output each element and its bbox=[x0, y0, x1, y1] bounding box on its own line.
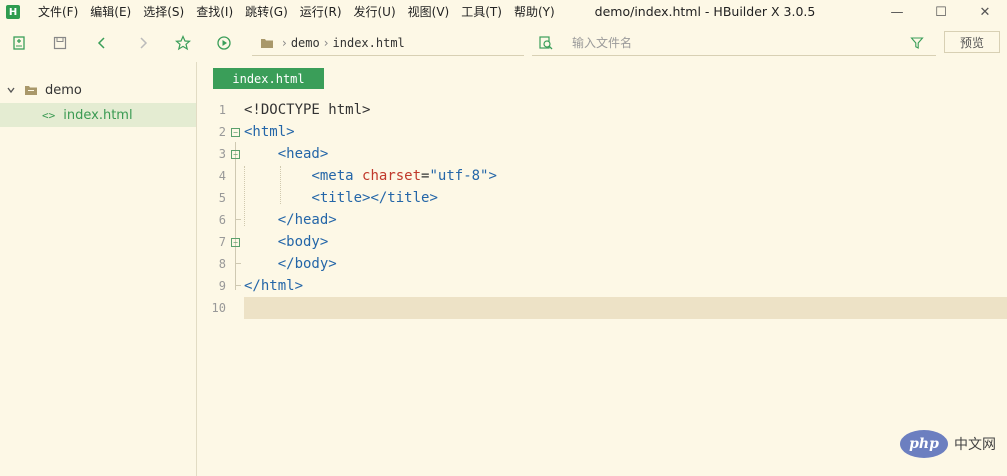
line-number: 9 bbox=[218, 279, 226, 293]
line-number: 3 bbox=[218, 147, 226, 161]
code-text: <head> bbox=[277, 146, 329, 162]
code-text: <title></title> bbox=[311, 190, 438, 206]
file-search-input[interactable] bbox=[572, 35, 892, 50]
menu-file[interactable]: 文件(F) bbox=[32, 0, 84, 24]
fold-toggle-icon[interactable]: − bbox=[231, 237, 240, 247]
fold-toggle-icon[interactable]: − bbox=[231, 149, 240, 159]
line-number: 8 bbox=[218, 257, 226, 271]
chevron-down-icon[interactable] bbox=[6, 85, 16, 95]
code-editor[interactable]: index.html 1 <!DOCTYPE html> 2 − <html> … bbox=[198, 62, 1007, 476]
code-line: 3 − <head> bbox=[198, 143, 1007, 165]
code-line: 2 − <html> bbox=[198, 121, 1007, 143]
code-line: 10 bbox=[198, 297, 238, 319]
html-file-icon: <> bbox=[42, 108, 56, 122]
watermark-text: 中文网 bbox=[954, 437, 996, 453]
folder-icon bbox=[24, 84, 38, 96]
breadcrumb: › demo › index.html bbox=[252, 30, 524, 56]
code-line: 6 </head> bbox=[198, 209, 1007, 231]
project-name: demo bbox=[45, 82, 82, 98]
folder-icon bbox=[260, 37, 274, 49]
minimize-button[interactable]: — bbox=[875, 0, 919, 24]
tree-item-project[interactable]: demo bbox=[0, 78, 196, 102]
code-line: 7 − <body> bbox=[198, 231, 1007, 253]
chevron-right-icon: › bbox=[282, 35, 287, 50]
tree-item-file[interactable]: <> index.html bbox=[0, 103, 196, 127]
code-text: <html> bbox=[244, 124, 295, 140]
menu-bar: 文件(F) 编辑(E) 选择(S) 查找(I) 跳转(G) 运行(R) 发行(U… bbox=[32, 0, 561, 24]
menu-tools[interactable]: 工具(T) bbox=[455, 0, 508, 24]
code-line: 8 </body> bbox=[198, 253, 1007, 275]
tab-index-html[interactable]: index.html bbox=[213, 68, 324, 89]
line-number: 7 bbox=[218, 235, 226, 249]
window-controls: — ☐ ✕ bbox=[875, 0, 1007, 24]
file-search-box bbox=[532, 30, 936, 56]
title-bar: H 文件(F) 编辑(E) 选择(S) 查找(I) 跳转(G) 运行(R) 发行… bbox=[0, 0, 1007, 24]
menu-goto[interactable]: 跳转(G) bbox=[239, 0, 294, 24]
line-number: 1 bbox=[218, 103, 226, 117]
menu-find[interactable]: 查找(I) bbox=[190, 0, 239, 24]
current-line-highlight[interactable] bbox=[244, 297, 1007, 319]
fold-end-marker bbox=[235, 285, 241, 286]
code-text: </head> bbox=[277, 212, 337, 228]
maximize-button[interactable]: ☐ bbox=[919, 0, 963, 24]
forward-icon[interactable] bbox=[133, 33, 153, 53]
code-text: <body> bbox=[277, 234, 329, 250]
code-line: 4 <meta charset="utf-8"> bbox=[198, 165, 1007, 187]
menu-select[interactable]: 选择(S) bbox=[137, 0, 190, 24]
code-line: 1 <!DOCTYPE html> bbox=[198, 99, 1007, 121]
new-file-icon[interactable] bbox=[9, 33, 29, 53]
file-search-icon bbox=[538, 35, 554, 54]
save-icon[interactable] bbox=[50, 33, 70, 53]
project-explorer: demo <> index.html bbox=[0, 62, 197, 476]
code-text: </html> bbox=[244, 278, 304, 294]
line-number: 10 bbox=[211, 301, 226, 315]
breadcrumb-project[interactable]: demo bbox=[291, 36, 320, 50]
line-number: 2 bbox=[218, 125, 226, 139]
run-icon[interactable] bbox=[214, 33, 234, 53]
filter-icon[interactable] bbox=[910, 36, 924, 53]
toolbar: › demo › index.html 预览 bbox=[0, 28, 1007, 58]
php-logo-icon: php bbox=[900, 430, 948, 458]
line-number: 4 bbox=[218, 169, 226, 183]
preview-button[interactable]: 预览 bbox=[944, 31, 1000, 53]
back-icon[interactable] bbox=[92, 33, 112, 53]
watermark: php 中文网 bbox=[900, 430, 996, 458]
star-icon[interactable] bbox=[173, 33, 193, 53]
fold-end-marker bbox=[235, 219, 241, 220]
chevron-right-icon: › bbox=[323, 35, 329, 50]
file-name: index.html bbox=[63, 107, 133, 123]
line-number: 6 bbox=[218, 213, 226, 227]
close-button[interactable]: ✕ bbox=[963, 0, 1007, 24]
code-text: <!DOCTYPE html> bbox=[244, 102, 371, 118]
line-number: 5 bbox=[218, 191, 226, 205]
code-text: <meta charset="utf-8"> bbox=[311, 168, 497, 184]
app-logo-icon: H bbox=[6, 5, 20, 19]
menu-view[interactable]: 视图(V) bbox=[402, 0, 456, 24]
code-line: 9 </html> bbox=[198, 275, 1007, 297]
code-text: </body> bbox=[277, 256, 337, 272]
breadcrumb-file[interactable]: index.html bbox=[333, 36, 405, 50]
fold-toggle-icon[interactable]: − bbox=[231, 127, 240, 137]
code-line: 5 <title></title> bbox=[198, 187, 1007, 209]
menu-edit[interactable]: 编辑(E) bbox=[84, 0, 137, 24]
window-title: demo/index.html - HBuilder X 3.0.5 bbox=[594, 4, 816, 19]
fold-end-marker bbox=[235, 263, 241, 264]
menu-run[interactable]: 运行(R) bbox=[294, 0, 348, 24]
menu-publish[interactable]: 发行(U) bbox=[348, 0, 402, 24]
